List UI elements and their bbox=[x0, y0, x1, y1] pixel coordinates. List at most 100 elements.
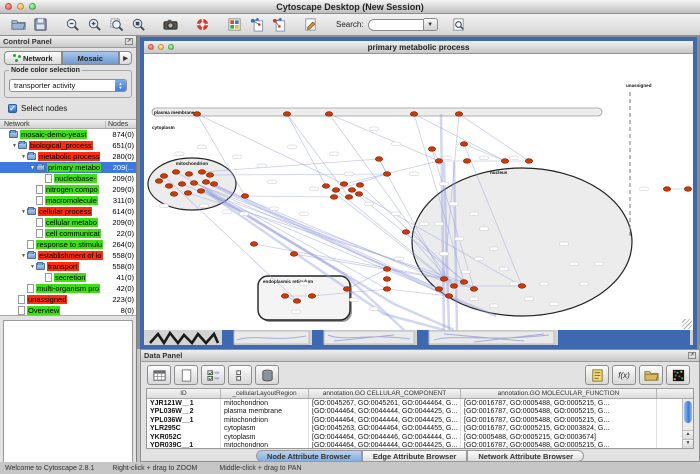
tree-col-network[interactable]: Network bbox=[0, 121, 106, 128]
network-node[interactable] bbox=[155, 179, 162, 184]
network-node[interactable] bbox=[293, 299, 300, 304]
tab-network[interactable]: Network bbox=[4, 51, 62, 65]
network-node[interactable] bbox=[663, 187, 670, 192]
resize-grip-icon[interactable] bbox=[682, 319, 692, 329]
network-node[interactable] bbox=[290, 252, 297, 257]
network-node[interactable] bbox=[518, 284, 525, 289]
network-node[interactable] bbox=[283, 112, 290, 117]
network-node[interactable] bbox=[356, 183, 363, 188]
tab-edge-attribute-browser[interactable]: Edge Attribute Browser bbox=[362, 450, 467, 462]
network-node[interactable] bbox=[402, 230, 409, 235]
search-input[interactable] bbox=[368, 19, 424, 31]
table-scrollbar[interactable]: ▲ ▼ bbox=[682, 399, 693, 448]
network-node[interactable] bbox=[343, 287, 350, 292]
tree-row-nitrogen-compo[interactable]: nitrogen compo209(0) bbox=[0, 184, 136, 195]
network-node[interactable] bbox=[160, 174, 167, 179]
network-node[interactable] bbox=[345, 195, 352, 200]
scroll-up-icon[interactable]: ▲ bbox=[683, 430, 693, 439]
network-node[interactable] bbox=[241, 194, 248, 199]
overlay-network-2-icon[interactable] bbox=[268, 15, 289, 34]
network-node[interactable] bbox=[308, 294, 315, 299]
network-node[interactable] bbox=[178, 182, 185, 187]
zoom-in-icon[interactable] bbox=[84, 15, 105, 34]
table-row-YPL036W__1[interactable]: YPL036W__1mitochondrion[GO:0044464, GO:0… bbox=[147, 416, 693, 425]
network-node[interactable] bbox=[202, 180, 209, 185]
float-panel-icon[interactable]: ↗ bbox=[125, 38, 133, 45]
network-node[interactable] bbox=[440, 277, 447, 282]
network-node[interactable] bbox=[383, 287, 390, 292]
network-node[interactable] bbox=[383, 277, 390, 282]
tab-mosaic[interactable]: Mosaic bbox=[62, 51, 120, 65]
network-node[interactable] bbox=[170, 192, 177, 197]
network-node[interactable] bbox=[684, 187, 691, 192]
network-node[interactable] bbox=[375, 157, 382, 162]
tree-row-establishment-of-lo[interactable]: ▼establishment of lo558(0) bbox=[0, 250, 136, 261]
tree-col-nodes[interactable]: Nodes bbox=[106, 121, 136, 128]
network-node[interactable] bbox=[450, 284, 457, 289]
float-panel-icon[interactable]: ↗ bbox=[688, 352, 696, 359]
column-header[interactable]: annotation.GO MOLECULAR_FUNCTION bbox=[461, 389, 657, 398]
network-node[interactable] bbox=[455, 112, 462, 117]
network-canvas[interactable]: plasma membranecytoplasmmitochondrionnuc… bbox=[144, 54, 693, 330]
help-lifesaver-icon[interactable] bbox=[192, 15, 213, 34]
network-node[interactable] bbox=[340, 182, 347, 187]
tree-row-unassigned[interactable]: unassigned223(0) bbox=[0, 294, 136, 305]
zoom-out-icon[interactable] bbox=[62, 15, 83, 34]
network-node[interactable] bbox=[197, 189, 204, 194]
snapshot-camera-icon[interactable] bbox=[160, 15, 181, 34]
network-node[interactable] bbox=[463, 159, 470, 164]
unselect-rows-icon[interactable] bbox=[228, 365, 252, 385]
select-rows-icon[interactable] bbox=[201, 365, 225, 385]
expand-arrow-icon[interactable]: ▼ bbox=[20, 253, 27, 259]
expand-arrow-icon[interactable]: ▼ bbox=[29, 264, 36, 270]
network-node[interactable] bbox=[165, 184, 172, 189]
network-node[interactable] bbox=[525, 159, 532, 164]
network-window[interactable]: primary metabolic process plasma membran… bbox=[140, 37, 697, 349]
open-folder-icon[interactable] bbox=[8, 15, 29, 34]
network-node[interactable] bbox=[325, 112, 332, 117]
network-node[interactable] bbox=[435, 287, 442, 292]
network-node[interactable] bbox=[210, 182, 217, 187]
expand-arrow-icon[interactable]: ▼ bbox=[11, 143, 18, 149]
node-color-dropdown[interactable]: transporter activity ▲▼ bbox=[9, 79, 127, 92]
tab-network-attribute-browser[interactable]: Network Attribute Browser bbox=[467, 450, 584, 462]
network-node[interactable] bbox=[410, 112, 417, 117]
table-row-YJR121W__1[interactable]: YJR121W__1mitochondrion[GO:0045267, GO:0… bbox=[147, 399, 693, 408]
network-node[interactable] bbox=[332, 188, 339, 193]
tab-node-attribute-browser[interactable]: Node Attribute Browser bbox=[256, 450, 362, 462]
tree-row-transport[interactable]: ▼transport558(0) bbox=[0, 261, 136, 272]
column-header[interactable]: annotation.GO CELLULAR_COMPONENT bbox=[309, 389, 461, 398]
network-node[interactable] bbox=[355, 192, 362, 197]
network-node[interactable] bbox=[322, 184, 329, 189]
scroll-down-icon[interactable]: ▼ bbox=[683, 439, 693, 448]
column-header[interactable]: _cellularLayoutRegion bbox=[221, 389, 309, 398]
network-node[interactable] bbox=[206, 173, 213, 178]
network-node[interactable] bbox=[383, 172, 390, 177]
table-row-YKR052C[interactable]: YKR052Ccytoplasm[GO:0044464, GO:0044446,… bbox=[147, 433, 693, 442]
tree-row-macromolecule[interactable]: macromolecule311(0) bbox=[0, 195, 136, 206]
tree-row-cellular-metabo[interactable]: cellular metabo209(0) bbox=[0, 217, 136, 228]
network-node[interactable] bbox=[445, 294, 452, 299]
zoom-selected-icon[interactable] bbox=[106, 15, 127, 34]
table-row-YPL036W__2[interactable]: YPL036W__2plasma membrane[GO:0044464, GO… bbox=[147, 408, 693, 417]
tree-row-mosaic-demo-yeast[interactable]: mosaic-demo-yeast874(0) bbox=[0, 129, 136, 140]
tree-row-response-to-stimulu[interactable]: response to stimulu264(0) bbox=[0, 239, 136, 250]
network-node[interactable] bbox=[428, 147, 435, 152]
network-node[interactable] bbox=[435, 159, 442, 164]
matrix-icon[interactable] bbox=[666, 365, 690, 385]
network-node[interactable] bbox=[193, 112, 200, 117]
tree-row-biological-process[interactable]: ▼biological_process651(0) bbox=[0, 140, 136, 151]
scrollbar-thumb[interactable] bbox=[684, 401, 692, 423]
birds-eye-view[interactable] bbox=[3, 320, 133, 467]
tree-row-multi-organism-pro[interactable]: multi-organism pro42(0) bbox=[0, 283, 136, 294]
expand-arrow-icon[interactable]: ▼ bbox=[20, 209, 27, 215]
search-dropdown-button[interactable]: ▼ bbox=[424, 18, 438, 31]
tree-row-metabolic-process[interactable]: ▼metabolic process280(0) bbox=[0, 151, 136, 162]
tab-overflow-arrow[interactable]: ▶ bbox=[119, 51, 132, 65]
network-node[interactable] bbox=[460, 280, 467, 285]
view-settings-icon[interactable] bbox=[224, 15, 245, 34]
network-node[interactable] bbox=[460, 142, 467, 147]
table-row-YDR039C__1[interactable]: YDR039C__1mitochondrion[GO:0044464, GO:0… bbox=[147, 442, 693, 450]
tree-row-cell-communicat[interactable]: cell communicat22(0) bbox=[0, 228, 136, 239]
column-header[interactable]: ID bbox=[147, 389, 221, 398]
